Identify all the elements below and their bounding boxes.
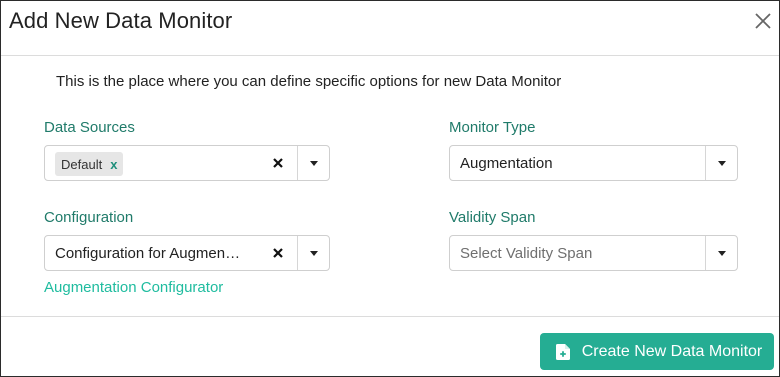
validity-span-label: Validity Span [449,209,536,226]
divider [297,146,298,180]
chip-remove-icon[interactable]: x [110,158,117,171]
file-add-icon [555,343,570,360]
divider [705,146,706,180]
chevron-down-icon[interactable] [718,251,726,256]
create-data-monitor-button[interactable]: Create New Data Monitor [540,333,774,370]
data-sources-select[interactable]: Default x [44,145,330,181]
configuration-select[interactable]: Configuration for Augmen… [44,235,330,271]
configuration-value: Configuration for Augmen… [55,245,241,262]
monitor-type-label: Monitor Type [449,119,536,136]
chevron-down-icon[interactable] [718,161,726,166]
chevron-down-icon[interactable] [310,251,318,256]
dialog-title: Add New Data Monitor [9,8,233,33]
dialog-description: This is the place where you can define s… [56,73,562,90]
clear-icon[interactable] [271,246,285,260]
divider [297,236,298,270]
chip-label: Default [61,156,103,172]
configuration-label: Configuration [44,209,134,226]
close-icon[interactable] [753,11,773,31]
chevron-down-icon[interactable] [310,161,318,166]
divider [705,236,706,270]
footer-divider [1,316,779,317]
dialog-header: Add New Data Monitor [1,1,779,56]
monitor-type-select[interactable]: Augmentation [449,145,738,181]
data-source-chip: Default x [55,152,124,176]
data-sources-label: Data Sources [44,119,135,136]
clear-icon[interactable] [271,156,285,170]
validity-span-placeholder: Select Validity Span [460,245,593,262]
create-button-label: Create New Data Monitor [581,342,763,360]
augmentation-configurator-link[interactable]: Augmentation Configurator [44,279,223,296]
monitor-type-value: Augmentation [460,155,553,172]
add-data-monitor-dialog: Add New Data Monitor This is the place w… [0,0,780,377]
validity-span-select[interactable]: Select Validity Span [449,235,738,271]
